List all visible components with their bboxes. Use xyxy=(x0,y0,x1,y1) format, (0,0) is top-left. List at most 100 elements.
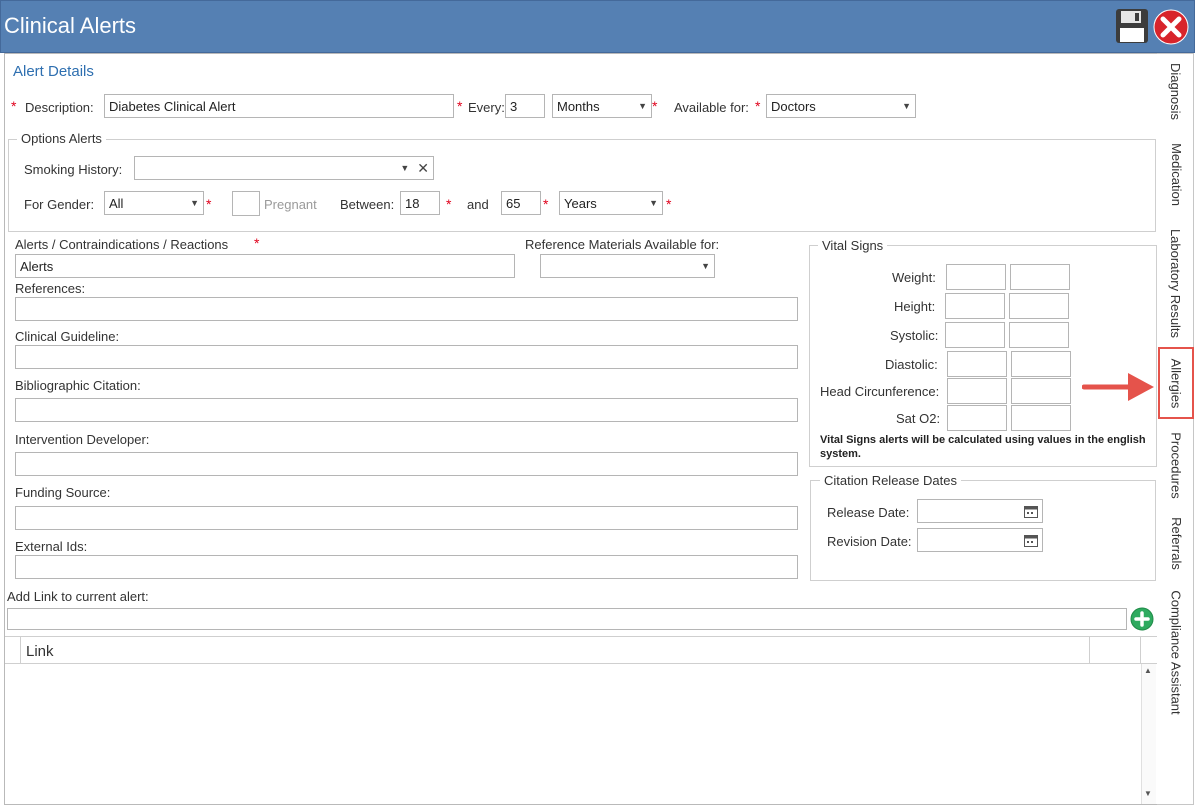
revision-date-input[interactable] xyxy=(917,528,1043,552)
options-alerts-group xyxy=(8,139,1156,232)
systolic-max-input[interactable] xyxy=(1009,322,1069,348)
smoking-label: Smoking History: xyxy=(24,162,123,177)
chevron-down-icon: ▼ xyxy=(400,163,410,173)
required-marker: * xyxy=(652,98,658,114)
height-label: Height: xyxy=(894,299,936,314)
required-marker: * xyxy=(543,196,549,212)
weight-min-input[interactable] xyxy=(946,264,1006,290)
developer-label: Intervention Developer: xyxy=(15,432,150,447)
tab-label: Diagnosis xyxy=(1168,62,1184,120)
chevron-down-icon: ▼ xyxy=(701,261,710,271)
gender-label: For Gender: xyxy=(24,197,95,212)
funding-label: Funding Source: xyxy=(15,485,111,500)
diastolic-min-input[interactable] xyxy=(947,351,1007,377)
guideline-label: Clinical Guideline: xyxy=(15,329,120,344)
calendar-icon[interactable] xyxy=(1024,505,1038,518)
external-ids-input[interactable] xyxy=(15,555,798,579)
required-marker: * xyxy=(11,98,17,114)
systolic-label: Systolic: xyxy=(890,328,939,343)
age-unit-value: Years xyxy=(564,195,597,211)
age-unit-select[interactable]: Years ▼ xyxy=(559,191,663,215)
systolic-min-input[interactable] xyxy=(945,322,1005,348)
references-input[interactable] xyxy=(15,297,798,321)
description-input[interactable]: Diabetes Clinical Alert xyxy=(104,94,454,118)
add-link-label: Add Link to current alert: xyxy=(7,589,149,604)
and-label: and xyxy=(467,197,489,212)
gender-select[interactable]: All ▼ xyxy=(104,191,204,215)
tab-label: Laboratory Results xyxy=(1168,228,1184,338)
tab-laboratory-results[interactable]: Laboratory Results xyxy=(1158,222,1194,344)
close-icon[interactable] xyxy=(1153,9,1189,45)
clear-icon[interactable]: ✕ xyxy=(417,160,429,177)
citation-input[interactable] xyxy=(15,398,798,422)
tab-referrals[interactable]: Referrals xyxy=(1158,511,1194,575)
period-select[interactable]: Months ▼ xyxy=(552,94,652,118)
every-label: Every: xyxy=(468,100,505,115)
section-title: Alert Details xyxy=(13,63,94,80)
funding-input[interactable] xyxy=(15,506,798,530)
tab-allergies[interactable]: Allergies xyxy=(1158,347,1194,419)
required-marker: * xyxy=(666,196,672,212)
head-circ-label: Head Circunference: xyxy=(820,384,940,399)
period-value: Months xyxy=(557,98,600,114)
revision-date-label: Revision Date: xyxy=(827,534,912,549)
every-input[interactable]: 3 xyxy=(505,94,545,118)
scroll-down-icon[interactable]: ▼ xyxy=(1144,789,1152,798)
grid-scrollbar[interactable] xyxy=(1141,664,1156,804)
link-column-header[interactable]: Link xyxy=(26,643,54,660)
chevron-down-icon: ▼ xyxy=(638,101,647,111)
citation-label: Bibliographic Citation: xyxy=(15,378,141,393)
age-from-input[interactable]: 18 xyxy=(400,191,440,215)
head-circ-min-input[interactable] xyxy=(947,378,1007,404)
tab-compliance-assistant[interactable]: Compliance Assistant xyxy=(1158,582,1194,722)
guideline-input[interactable] xyxy=(15,345,798,369)
pregnant-checkbox[interactable] xyxy=(232,191,260,216)
diastolic-max-input[interactable] xyxy=(1011,351,1071,377)
tab-procedures[interactable]: Procedures xyxy=(1158,424,1194,506)
vital-signs-note: Vital Signs alerts will be calculated us… xyxy=(820,434,1146,460)
chevron-down-icon: ▼ xyxy=(649,198,658,208)
weight-label: Weight: xyxy=(892,270,936,285)
alerts-label: Alerts / Contraindications / Reactions xyxy=(15,237,229,252)
sat-o2-max-input[interactable] xyxy=(1011,405,1071,431)
required-marker: * xyxy=(254,235,260,251)
tab-label: Allergies xyxy=(1168,358,1184,408)
age-to-input[interactable]: 65 xyxy=(501,191,541,215)
ref-materials-select[interactable]: ▼ xyxy=(540,254,715,278)
alerts-input[interactable]: Alerts xyxy=(15,254,515,278)
available-for-select[interactable]: Doctors ▼ xyxy=(766,94,916,118)
chevron-down-icon: ▼ xyxy=(902,101,911,111)
release-date-label: Release Date: xyxy=(827,505,910,520)
developer-input[interactable] xyxy=(15,452,798,476)
link-grid-header xyxy=(5,636,1157,664)
release-date-input[interactable] xyxy=(917,499,1043,523)
tab-diagnosis[interactable]: Diagnosis xyxy=(1158,56,1194,126)
height-min-input[interactable] xyxy=(945,293,1005,319)
pregnant-label: Pregnant xyxy=(264,197,317,212)
chevron-down-icon: ▼ xyxy=(190,198,199,208)
height-max-input[interactable] xyxy=(1009,293,1069,319)
save-icon[interactable] xyxy=(1115,8,1149,44)
required-marker: * xyxy=(457,98,463,114)
link-input[interactable] xyxy=(7,608,1127,630)
add-link-button[interactable] xyxy=(1130,607,1154,631)
diastolic-label: Diastolic: xyxy=(885,357,938,372)
grid-divider xyxy=(20,637,21,664)
tab-label: Compliance Assistant xyxy=(1168,589,1184,715)
head-circ-max-input[interactable] xyxy=(1011,378,1071,404)
available-label: Available for: xyxy=(674,100,749,115)
options-alerts-legend: Options Alerts xyxy=(17,131,106,146)
sat-o2-min-input[interactable] xyxy=(947,405,1007,431)
required-marker: * xyxy=(446,196,452,212)
required-marker: * xyxy=(206,196,212,212)
scroll-up-icon[interactable]: ▲ xyxy=(1144,666,1152,675)
tab-medication[interactable]: Medication xyxy=(1158,134,1194,214)
grid-divider xyxy=(1140,637,1141,664)
callout-arrow-icon xyxy=(1082,373,1154,401)
grid-divider xyxy=(1089,637,1090,664)
calendar-icon[interactable] xyxy=(1024,534,1038,547)
tab-label: Medication xyxy=(1168,142,1184,206)
smoking-history-select[interactable]: ▼ ✕ xyxy=(134,156,434,180)
weight-max-input[interactable] xyxy=(1010,264,1070,290)
gender-value: All xyxy=(109,195,124,211)
